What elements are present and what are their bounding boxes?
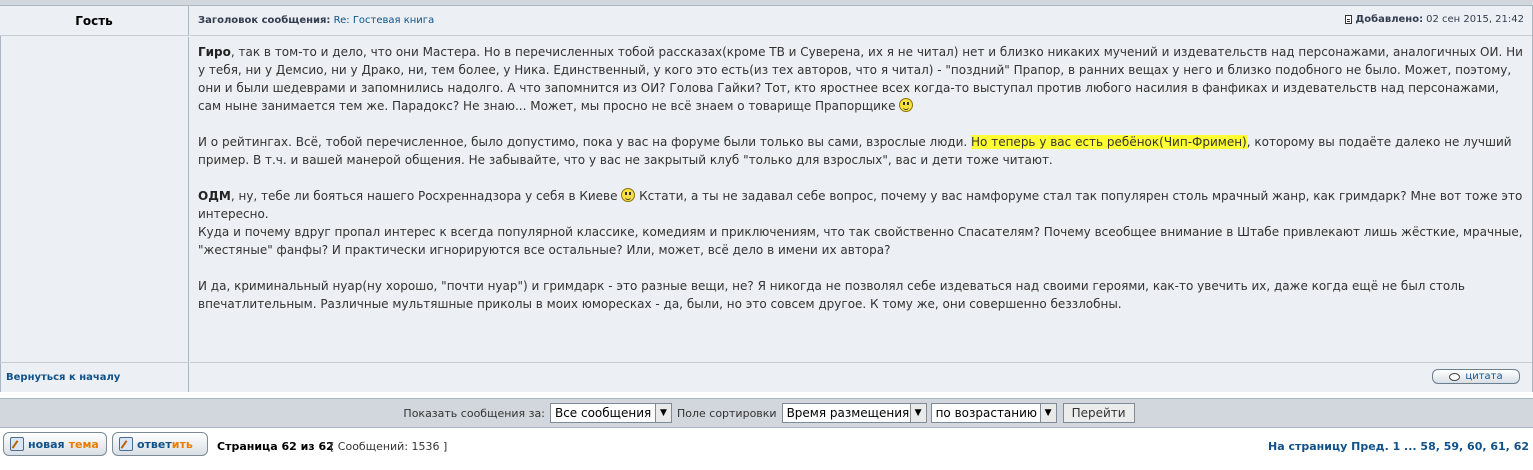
post-subject: Заголовок сообщения: Re: Гостевая книга — [198, 15, 434, 26]
post-body: Гиро, так в том-то и дело, что они Масте… — [198, 43, 1523, 331]
smile-icon — [621, 188, 636, 202]
back-to-top-link[interactable]: Вернуться к началу — [6, 372, 120, 383]
pagination[interactable]: На страницу Пред. 1 ... 58, 59, 60, 61, … — [1268, 440, 1529, 453]
new-topic-icon — [10, 437, 24, 451]
post-paragraph-2: И о рейтингах. Всё, тобой перечисленное,… — [198, 135, 1512, 167]
sort-order-select[interactable]: по возрастанию ▼ — [930, 403, 1057, 423]
mention-giro: Гиро — [198, 45, 231, 59]
chevron-down-icon: ▼ — [654, 404, 671, 422]
post-date: Добавлено: 02 сен 2015, 21:42 — [1345, 14, 1524, 25]
added-date: 02 сен 2015, 21:42 — [1426, 14, 1524, 25]
post-paragraph-4: И да, криминальный нуар(ну хорошо, "почт… — [198, 279, 1465, 311]
go-button[interactable]: Перейти — [1062, 403, 1135, 423]
post-link-icon[interactable] — [1345, 15, 1353, 24]
quote-bubble-icon — [1449, 372, 1461, 381]
author-profile-cell — [0, 37, 189, 362]
post-author: Гость — [0, 6, 189, 36]
page-info: Страница 62 из 62 — [217, 440, 334, 453]
new-topic-button[interactable]: новая тема — [3, 432, 107, 456]
post-header: Заголовок сообщения: Re: Гостевая книга … — [190, 6, 1532, 36]
smile-icon — [899, 98, 914, 112]
subject-label: Заголовок сообщения: — [198, 15, 331, 26]
post-paragraph-1: Гиро, так в том-то и дело, что они Масте… — [198, 45, 1523, 113]
show-posts-select[interactable]: Все сообщения ▼ — [549, 403, 672, 423]
chevron-down-icon: ▼ — [909, 404, 926, 422]
post-footer-right: цитата — [190, 362, 1532, 392]
show-posts-label: Показать сообщения за: — [403, 406, 545, 420]
reply-button[interactable]: ответить — [112, 432, 208, 456]
sort-field-select[interactable]: Время размещения ▼ — [781, 403, 927, 423]
added-label: Добавлено: — [1355, 14, 1424, 25]
sort-field-label: Поле сортировки — [676, 406, 777, 420]
post-count: [ Сообщений: 1536 ] — [330, 440, 448, 453]
sort-bar: Показать сообщения за: Все сообщения ▼ П… — [0, 398, 1533, 428]
post-footer-left: Вернуться к началу — [0, 362, 189, 392]
mention-odm: ОДМ — [198, 189, 231, 203]
subject-link[interactable]: Re: Гостевая книга — [334, 15, 435, 26]
quote-button[interactable]: цитата — [1432, 369, 1520, 384]
post-paragraph-3: ОДМ, ну, тебе ли бояться нашего Росхренн… — [198, 188, 1523, 257]
highlighted-text: Но теперь у вас есть ребёнок(Чип-Фримен) — [971, 135, 1247, 149]
bottom-bar: новая тема ответить Страница 62 из 62 [ С… — [0, 430, 1533, 460]
reply-icon — [119, 437, 133, 451]
chevron-down-icon: ▼ — [1039, 404, 1056, 422]
